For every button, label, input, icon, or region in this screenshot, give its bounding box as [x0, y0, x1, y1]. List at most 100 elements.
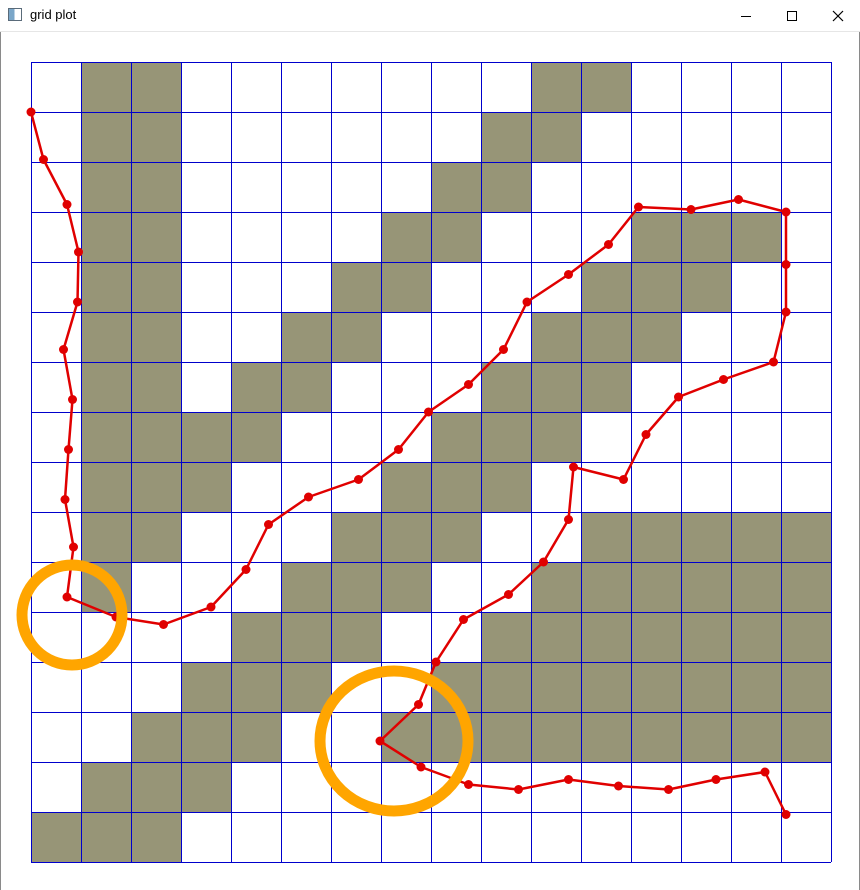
path-waypoint	[414, 700, 423, 709]
path-waypoint	[62, 592, 72, 602]
obstacle-cell	[431, 412, 481, 462]
obstacle-cell	[631, 212, 681, 262]
obstacle-cell	[731, 612, 781, 662]
grid-plot-canvas	[16, 62, 832, 863]
obstacle-cell	[81, 212, 131, 262]
obstacle-cell	[531, 112, 581, 162]
path-waypoint	[416, 762, 426, 772]
app-window-icon	[8, 8, 22, 21]
obstacle-cell	[131, 262, 181, 312]
obstacle-cell	[681, 512, 731, 562]
path-waypoint	[634, 202, 643, 212]
obstacle-cell	[381, 512, 431, 562]
obstacle-cell	[781, 562, 831, 612]
path-waypoint	[781, 810, 791, 819]
obstacle-cell	[181, 412, 231, 462]
obstacle-cell	[281, 562, 331, 612]
obstacle-cell	[681, 662, 731, 712]
obstacle-cell	[581, 712, 631, 762]
obstacle-cell	[531, 362, 581, 412]
path-waypoint	[459, 615, 468, 624]
obstacle-cell	[331, 612, 381, 662]
obstacle-cell	[581, 562, 631, 612]
obstacle-cell	[431, 462, 481, 512]
obstacle-cell	[681, 262, 731, 312]
obstacle-cell	[231, 362, 281, 412]
path-waypoint	[769, 357, 778, 367]
obstacle-cell	[131, 812, 181, 862]
obstacle-cell	[481, 612, 531, 662]
path-waypoint	[394, 445, 403, 454]
obstacle-cell	[631, 712, 681, 762]
path-waypoint	[760, 767, 770, 777]
obstacle-cell	[631, 662, 681, 712]
path-waypoint	[564, 515, 573, 524]
path-waypoint	[431, 657, 441, 667]
path-waypoint	[781, 260, 791, 269]
path-waypoint	[522, 297, 532, 307]
path-waypoint	[504, 590, 513, 599]
obstacle-cell	[231, 412, 281, 462]
obstacle-cell	[131, 712, 181, 762]
obstacle-cell	[681, 712, 731, 762]
path-waypoint	[781, 207, 791, 217]
obstacle-cell	[131, 62, 181, 112]
path-waypoint	[614, 781, 623, 791]
obstacle-cell	[331, 512, 381, 562]
obstacle-cell	[81, 412, 131, 462]
obstacle-cell	[581, 262, 631, 312]
path-waypoint	[686, 205, 696, 214]
obstacle-cell	[81, 362, 131, 412]
path-waypoint	[73, 297, 82, 307]
path-waypoint	[64, 445, 73, 454]
path-waypoint	[539, 557, 548, 567]
obstacle-cell	[631, 262, 681, 312]
path-waypoint	[604, 240, 613, 249]
path-waypoint	[26, 107, 36, 117]
path-waypoint	[464, 780, 473, 789]
obstacle-cell	[531, 62, 581, 112]
maximize-button[interactable]	[769, 0, 815, 31]
path-waypoint	[264, 520, 273, 529]
path-waypoint	[39, 155, 48, 164]
highlight-circle-near-start	[16, 559, 128, 671]
obstacle-cell	[431, 712, 481, 762]
obstacle-cell	[581, 362, 631, 412]
obstacle-cell	[281, 362, 331, 412]
obstacle-cell	[531, 612, 581, 662]
obstacle-cell	[81, 162, 131, 212]
obstacle-cell	[781, 662, 831, 712]
obstacle-cell	[131, 312, 181, 362]
obstacle-cell	[281, 612, 331, 662]
path-waypoint	[664, 785, 673, 794]
obstacle-cell	[531, 312, 581, 362]
path-waypoint	[569, 462, 578, 472]
obstacle-cell	[331, 312, 381, 362]
obstacle-cell	[431, 212, 481, 262]
obstacle-cell	[781, 512, 831, 562]
obstacle-cell	[131, 112, 181, 162]
obstacle-cell	[281, 662, 331, 712]
obstacle-cell	[431, 512, 481, 562]
obstacle-cell	[381, 262, 431, 312]
close-button[interactable]	[815, 0, 860, 31]
obstacle-cell	[531, 412, 581, 462]
path-waypoint	[59, 345, 68, 354]
obstacle-cell	[481, 462, 531, 512]
obstacle-cell	[81, 62, 131, 112]
obstacle-cell	[81, 312, 131, 362]
path-waypoint	[159, 620, 168, 629]
obstacle-cell	[331, 262, 381, 312]
obstacle-cell	[381, 212, 431, 262]
obstacle-cell	[481, 712, 531, 762]
obstacle-cell	[331, 562, 381, 612]
close-icon	[832, 10, 844, 21]
path-waypoint	[781, 307, 791, 317]
path-waypoint	[564, 270, 573, 279]
obstacle-cell	[131, 362, 181, 412]
obstacle-cell	[481, 412, 531, 462]
minimize-button[interactable]	[723, 0, 769, 31]
obstacle-cell	[181, 462, 231, 512]
obstacle-cell	[531, 562, 581, 612]
obstacle-cell	[31, 812, 81, 862]
